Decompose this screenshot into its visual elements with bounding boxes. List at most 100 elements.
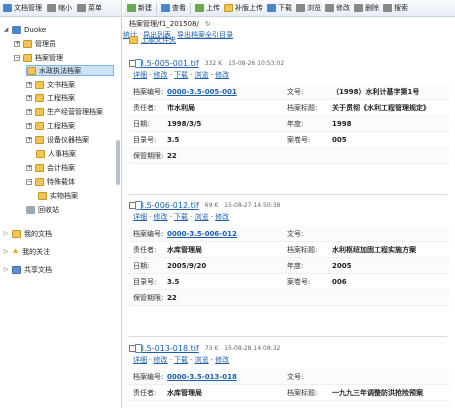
refresh-icon[interactable]: ↻	[205, 20, 211, 28]
browse-link[interactable]: 浏览	[195, 355, 209, 365]
tree-item-admin[interactable]: + 管理员	[14, 38, 56, 49]
tif-file-icon	[135, 201, 142, 210]
collapse-arrow-icon[interactable]: ◢	[3, 26, 9, 33]
browse-icon	[296, 4, 305, 12]
doc-divider	[129, 194, 447, 195]
parent-folder-link[interactable]: 上级文件夹	[129, 35, 176, 45]
retention-period: 22	[167, 151, 177, 160]
modify-link[interactable]: 修改	[154, 355, 168, 365]
tree-item-production[interactable]: + 生产经营管理档案	[26, 106, 103, 117]
doc-actions: 详细 - 修改 - 下载 - 浏览 - 修改	[133, 70, 230, 80]
download-link[interactable]: 下载	[174, 212, 188, 222]
folder-icon	[36, 149, 45, 158]
doc-header: 3.5-006-012.tif 69 K 15-08-27 14:50:38	[129, 200, 449, 211]
left-scrollbar[interactable]	[116, 140, 120, 185]
left-toolbar: 文档管理 缩小 菜单	[0, 0, 121, 17]
folder-icon	[23, 39, 32, 48]
doc-filename[interactable]: 3.5-013-018.tif	[139, 344, 199, 353]
modify-link[interactable]: 修改	[154, 212, 168, 222]
doc-header: 3.5-013-018.tif 73 K 15-08-28 14:08:32	[129, 343, 449, 354]
edit-link[interactable]: 修改	[215, 212, 229, 222]
tree-root[interactable]: ◢ Duoke	[3, 24, 46, 35]
tree-item-my-docs[interactable]: ▷ 我的文档	[3, 228, 52, 239]
folder-icon	[35, 93, 44, 102]
tree-item-accounting[interactable]: + 会计档案	[26, 162, 75, 173]
folder-icon	[35, 107, 44, 116]
star-icon: ★	[12, 246, 20, 256]
doc-filename[interactable]: 3.5-005-001.tif	[139, 59, 199, 68]
new-button[interactable]: 新建	[127, 3, 152, 13]
expand-icon[interactable]: +	[26, 108, 32, 115]
field-row: 日期: 2005/9/20 年度: 2005	[129, 258, 449, 274]
folder-icon	[38, 191, 47, 200]
search-icon	[383, 4, 392, 12]
directory-no: 3.5	[167, 277, 180, 286]
edit-icon	[325, 4, 334, 12]
doc-time: 15-08-26 10:53:02	[228, 60, 285, 67]
expand-icon[interactable]: +	[14, 40, 20, 47]
expand-arrow-icon[interactable]: ▷	[3, 230, 9, 237]
edit-link[interactable]: 修改	[215, 355, 229, 365]
tree-item-shared[interactable]: ▷ 共享文档	[3, 264, 52, 275]
tree-item-water-law[interactable]: 水政执法档案	[26, 65, 114, 76]
tree-item-physical[interactable]: 实物档案	[38, 190, 78, 201]
browse-button[interactable]: 浏览	[296, 3, 321, 13]
year: 1998	[332, 119, 352, 128]
retention-period: 22	[167, 293, 177, 302]
archive-code[interactable]: 0000-3.5-013-018	[167, 373, 287, 381]
date: 2005/9/20	[167, 261, 207, 270]
tree-item-engineering[interactable]: + 工程档案	[26, 92, 75, 103]
field-row: 目录号: 3.5 案卷号: 006	[129, 274, 449, 290]
doc-manage-button[interactable]: 文档管理	[3, 3, 42, 13]
current-path: 档案管理/f1_201508/	[129, 19, 199, 28]
menu-button[interactable]: 菜单	[77, 3, 102, 13]
folder-icon	[35, 163, 44, 172]
tree-item-special[interactable]: − 特殊载体	[26, 176, 75, 187]
tree-item-wenshu[interactable]: + 文书档案	[26, 79, 75, 90]
field-row: 档案编号: 0000-3.5-005-001 文号: （1998）水利计基字第1…	[129, 84, 449, 100]
search-button[interactable]: 搜索	[383, 3, 408, 13]
browse-link[interactable]: 浏览	[195, 70, 209, 80]
supplement-upload-button[interactable]: 补版上传	[224, 3, 263, 13]
folder-icon	[27, 66, 36, 75]
expand-arrow-icon[interactable]: ▷	[3, 248, 9, 255]
expand-icon[interactable]: +	[26, 94, 32, 101]
modify-link[interactable]: 修改	[154, 70, 168, 80]
doc-filename[interactable]: 3.5-006-012.tif	[139, 201, 199, 210]
doc-fields: 档案编号: 0000-3.5-013-018 文号: 责任者: 水库管理局 档案…	[129, 369, 449, 401]
tree-item-personnel[interactable]: 人事档案	[36, 148, 76, 159]
download-link[interactable]: 下载	[174, 70, 188, 80]
detail-link[interactable]: 详细	[133, 212, 147, 222]
upload-icon	[195, 4, 204, 12]
archive-code[interactable]: 0000-3.5-006-012	[167, 230, 287, 238]
download-button[interactable]: 下载	[267, 3, 292, 13]
tree-item-engineering-2[interactable]: + 工程档案	[26, 120, 75, 131]
download-icon	[267, 4, 276, 12]
collapse-icon[interactable]: −	[26, 178, 32, 185]
shrink-button[interactable]: 缩小	[47, 3, 72, 13]
tree-item-archive-manage[interactable]: − 档案管理	[14, 52, 63, 63]
tree-item-recycle[interactable]: 回收站	[26, 204, 59, 215]
expand-icon[interactable]: +	[26, 136, 32, 143]
detail-link[interactable]: 详细	[133, 70, 147, 80]
detail-link[interactable]: 详细	[133, 355, 147, 365]
download-link[interactable]: 下载	[174, 355, 188, 365]
view-button[interactable]: 查看	[161, 3, 186, 13]
delete-button[interactable]: 删除	[354, 3, 379, 13]
export-catalog-link[interactable]: 导出档案全引目录	[177, 30, 233, 40]
shrink-icon	[47, 4, 56, 12]
expand-icon[interactable]: +	[26, 164, 32, 171]
collapse-icon[interactable]: −	[14, 54, 20, 61]
right-toolbar: 新建 查看 上传 补版上传 下载 浏览 修改 删除 搜索	[123, 0, 455, 17]
upload-button[interactable]: 上传	[195, 3, 220, 13]
archive-code[interactable]: 0000-3.5-005-001	[167, 88, 287, 96]
edit-button[interactable]: 修改	[325, 3, 350, 13]
expand-arrow-icon[interactable]: ▷	[3, 266, 9, 273]
tree-item-my-follow[interactable]: ▷ ★ 我的关注	[3, 246, 50, 257]
tree-item-equipment[interactable]: + 设备仪器档案	[26, 134, 89, 145]
field-row: 责任者: 市水利局 档案标题: 关于贯彻《水利工程管理规定》	[129, 100, 449, 116]
expand-icon[interactable]: +	[26, 81, 32, 88]
edit-link[interactable]: 修改	[215, 70, 229, 80]
browse-link[interactable]: 浏览	[195, 212, 209, 222]
expand-icon[interactable]: +	[26, 122, 32, 129]
